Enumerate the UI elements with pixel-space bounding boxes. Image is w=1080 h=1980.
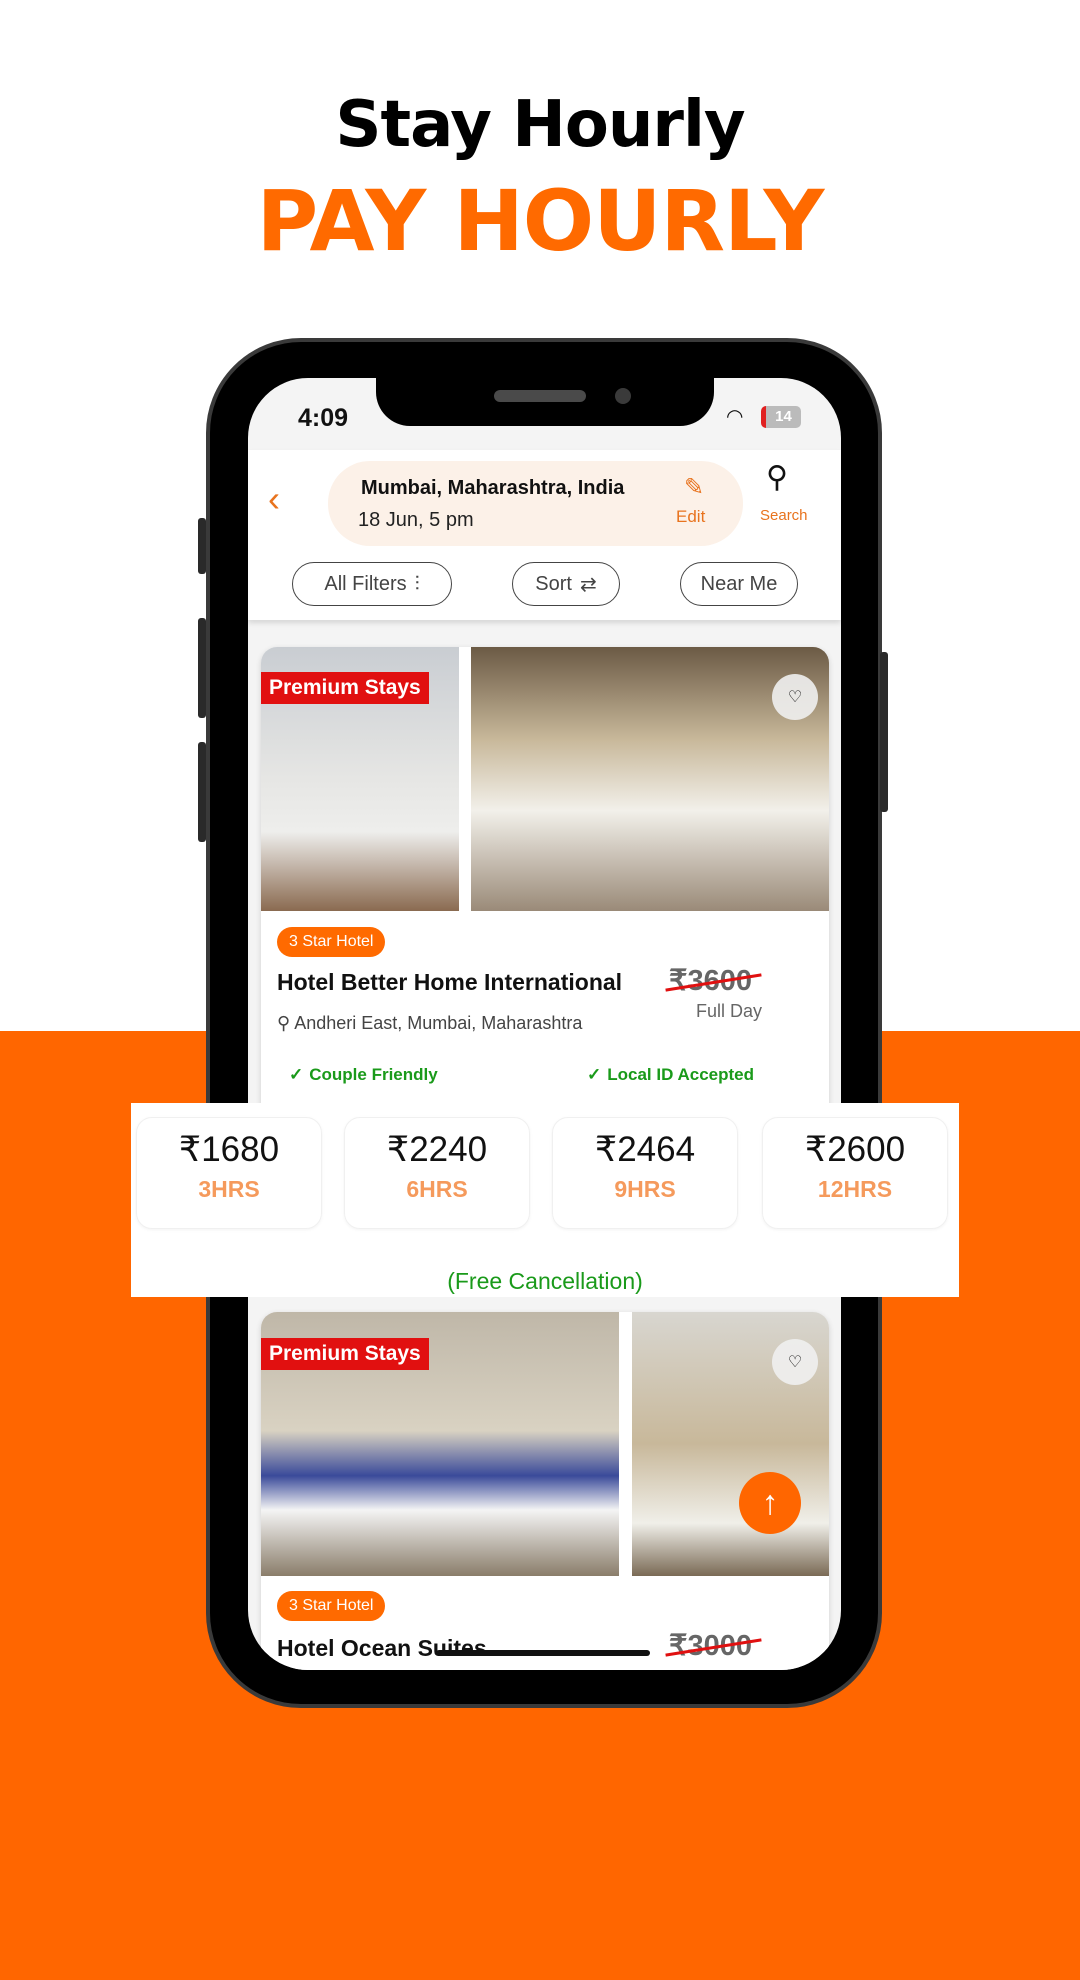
search-button[interactable]: Search	[760, 507, 808, 524]
pin-icon: ⚲	[277, 1013, 295, 1033]
heart-icon[interactable]: ♡	[772, 674, 818, 720]
search-header: ‹ Mumbai, Maharashtra, India 18 Jun, 5 p…	[248, 450, 841, 620]
headline-stay-hourly: Stay Hourly	[335, 88, 745, 162]
phone-screen: 4:09 ◠ 14 ‹ Mumbai, Maharashtra, India 1…	[248, 378, 841, 1670]
premium-stays-tag: Premium Stays	[261, 672, 429, 704]
phone-side-button	[880, 652, 888, 812]
near-me-button[interactable]: Near Me	[680, 562, 798, 606]
price-value: ₹2464	[594, 1130, 696, 1169]
price-period: Full Day	[696, 1001, 763, 1021]
check-circle-icon: ✓	[289, 1065, 304, 1084]
premium-stays-tag: Premium Stays	[261, 1338, 429, 1370]
hotel-name[interactable]: Hotel Ocean Suites	[277, 1635, 487, 1662]
back-icon[interactable]: ‹	[268, 478, 280, 520]
star-badge: 3 Star Hotel	[277, 1591, 386, 1621]
near-me-label: Near Me	[700, 572, 778, 595]
scroll-to-top-button[interactable]: ↑	[739, 1472, 801, 1534]
headline-pay-hourly: PAY HOURLY	[256, 172, 825, 270]
hotel-name[interactable]: Hotel Better Home International	[277, 969, 622, 996]
phone-side-button	[198, 518, 206, 574]
search-icon[interactable]: ⚲	[766, 460, 788, 495]
sort-label: Sort	[535, 572, 572, 595]
pencil-icon[interactable]: ✎	[684, 473, 704, 502]
phone-speaker	[494, 390, 586, 402]
check-circle-icon: ✓	[587, 1065, 602, 1084]
all-filters-label: All Filters	[324, 572, 407, 595]
hotel-card[interactable]: Premium Stays ♡ 3 Star Hotel Hotel Bette…	[261, 647, 829, 1147]
sort-button[interactable]: Sort ⇄	[512, 562, 620, 606]
price-option-9hrs[interactable]: ₹2464 9HRS	[552, 1117, 738, 1229]
price-duration: 12HRS	[817, 1176, 893, 1202]
location-pill[interactable]: Mumbai, Maharashtra, India 18 Jun, 5 pm …	[328, 461, 743, 546]
price-value: ₹1680	[178, 1130, 280, 1169]
feature-couple-friendly: ✓ Couple Friendly	[289, 1065, 438, 1084]
price-duration: 9HRS	[614, 1176, 676, 1202]
edit-button[interactable]: Edit	[676, 507, 705, 527]
free-cancellation-note: (Free Cancellation)	[447, 1268, 643, 1294]
phone-camera	[615, 388, 631, 404]
wifi-icon: ◠	[726, 406, 744, 428]
price-option-3hrs[interactable]: ₹1680 3HRS	[136, 1117, 322, 1229]
hourly-price-panel: ₹1680 3HRS ₹2240 6HRS ₹2464 9HRS ₹2600 12HRS…	[131, 1103, 959, 1297]
all-filters-button[interactable]: All Filters ⫶	[292, 562, 452, 606]
phone-side-button	[198, 742, 206, 842]
original-price: ₹3600	[669, 965, 752, 997]
star-badge: 3 Star Hotel	[277, 927, 386, 957]
swap-icon: ⇄	[579, 573, 597, 596]
datetime-text: 18 Jun, 5 pm	[358, 509, 474, 531]
feature-local-id: ✓ Local ID Accepted	[587, 1065, 754, 1084]
battery-icon: 14	[761, 406, 801, 428]
hotel-location: ⚲ Andheri East, Mumbai, Maharashtra	[277, 1013, 583, 1033]
price-option-6hrs[interactable]: ₹2240 6HRS	[344, 1117, 530, 1229]
phone-side-button	[198, 618, 206, 718]
price-option-12hrs[interactable]: ₹2600 12HRS	[762, 1117, 948, 1229]
price-duration: 6HRS	[406, 1176, 468, 1202]
arrow-up-icon: ↑	[761, 1484, 779, 1522]
heart-icon[interactable]: ♡	[772, 1339, 818, 1385]
home-indicator	[436, 1650, 650, 1656]
status-time: 4:09	[298, 404, 349, 432]
price-value: ₹2600	[804, 1130, 906, 1169]
location-text: Mumbai, Maharashtra, India	[361, 477, 625, 499]
original-price: ₹3000	[669, 1630, 752, 1662]
sliders-icon: ⫶	[414, 572, 420, 595]
price-value: ₹2240	[386, 1130, 488, 1169]
price-duration: 3HRS	[198, 1176, 260, 1202]
